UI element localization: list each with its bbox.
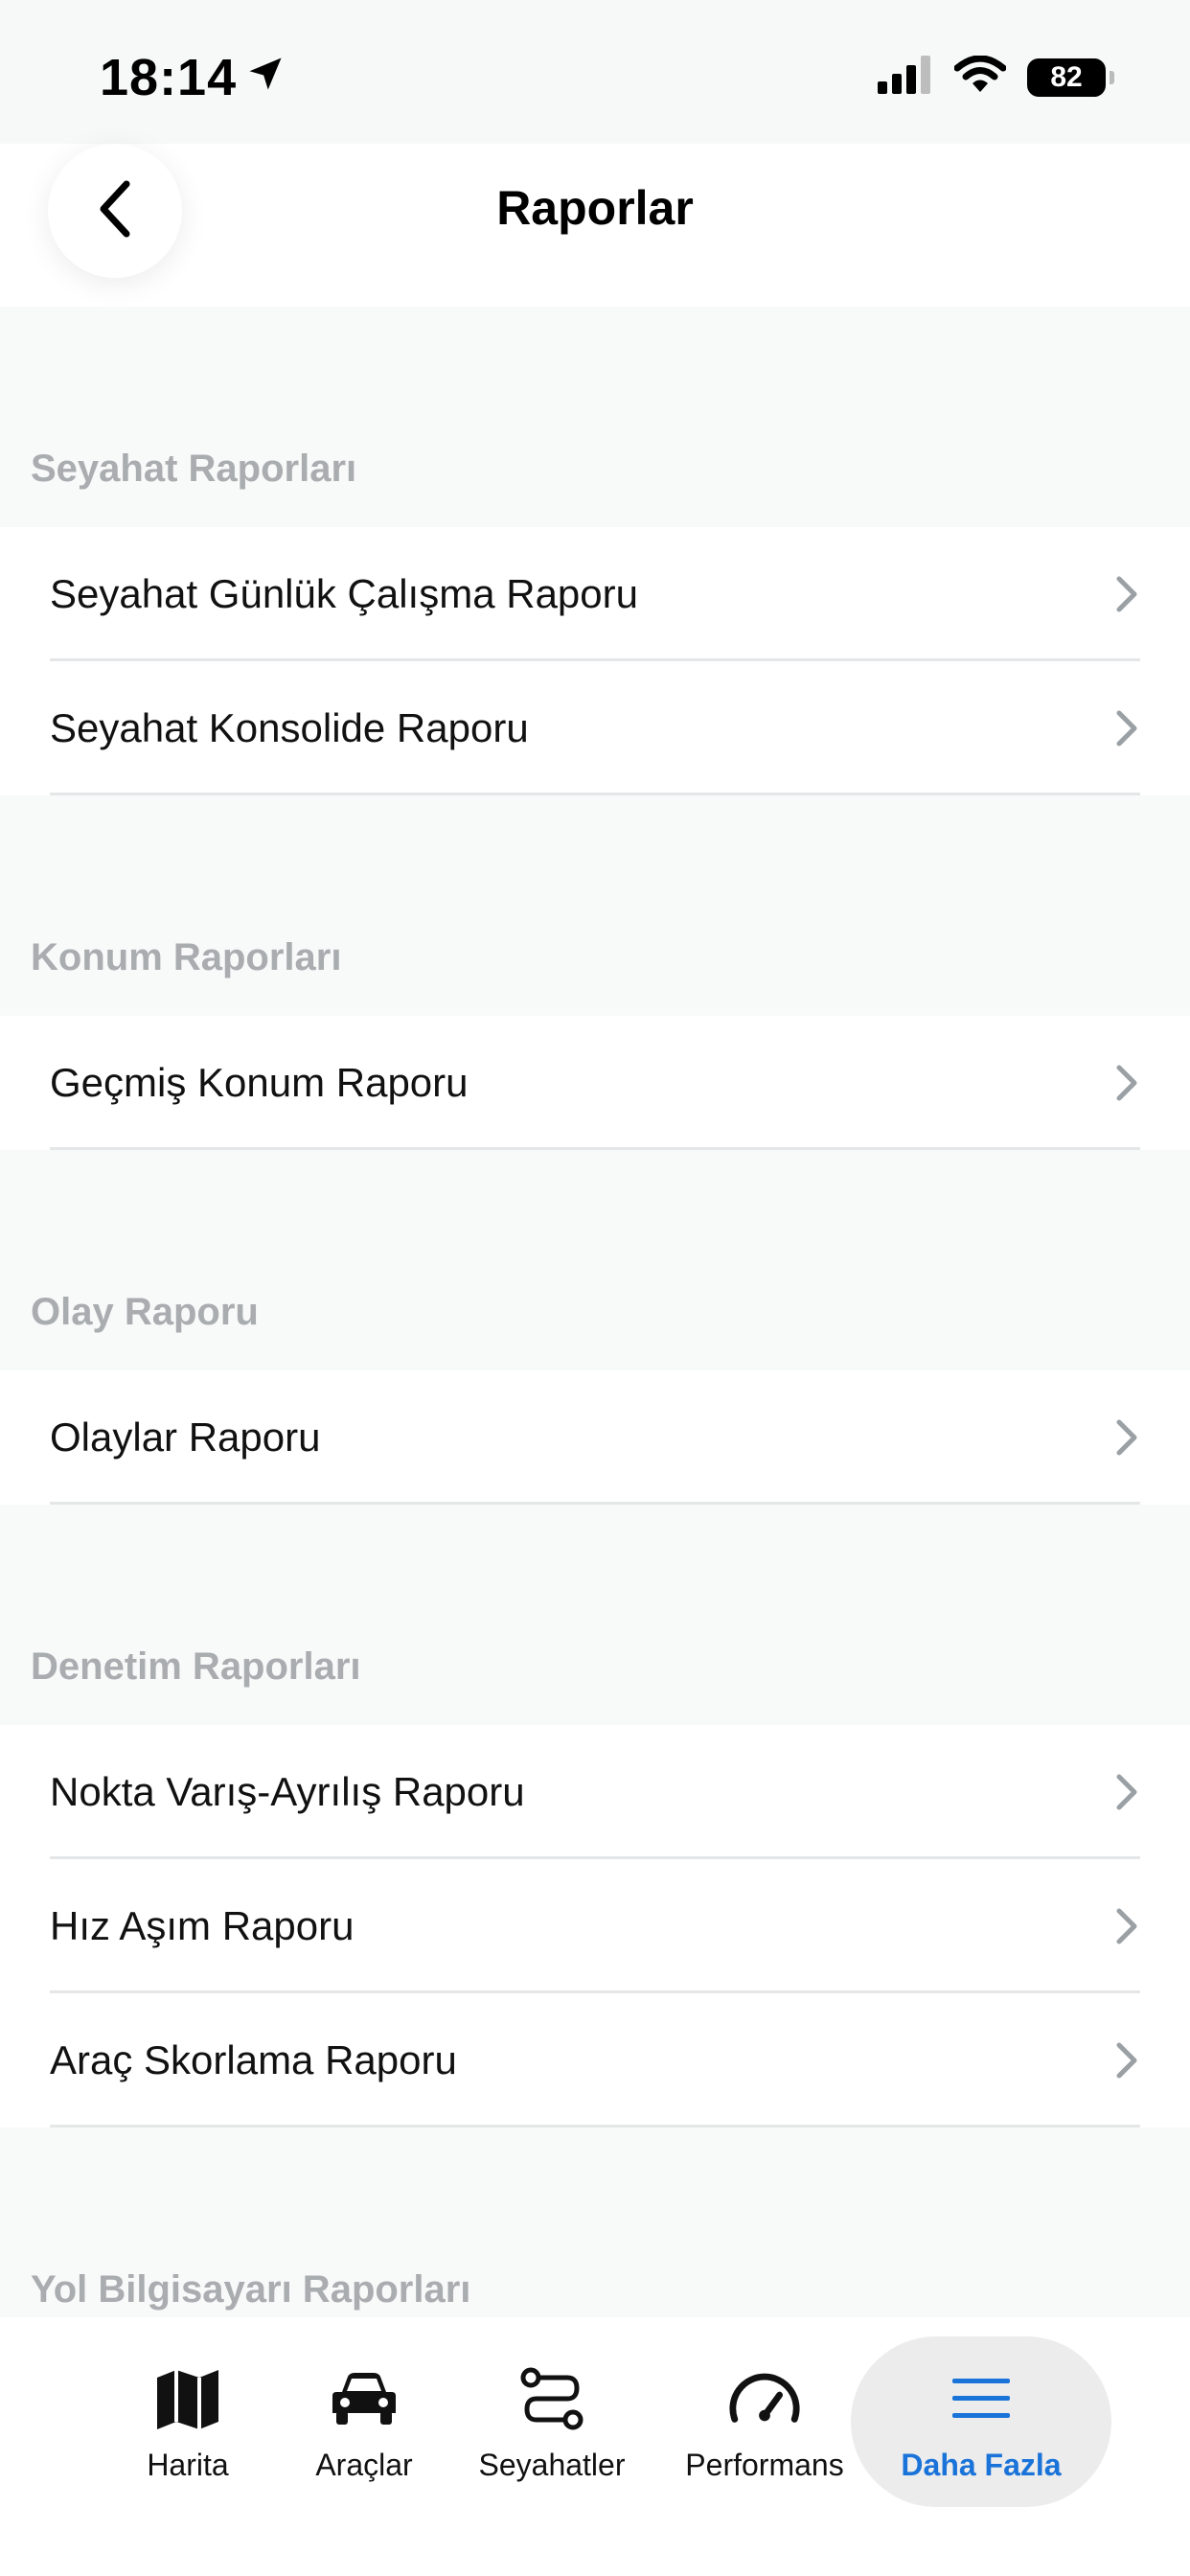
cellular-signal-icon [878,56,933,99]
reports-list: Seyahat Raporları Seyahat Günlük Çalışma… [0,307,1190,2348]
chevron-right-icon [1116,710,1137,747]
location-arrow-icon [244,48,286,107]
menu-icon [944,2361,1018,2436]
list-item-label: Olaylar Raporu [50,1414,321,1460]
section-title: Yol Bilgisayarı Raporları [31,2268,471,2311]
list-item[interactable]: Seyahat Günlük Çalışma Raporu [0,527,1190,661]
section-header: Seyahat Raporları [0,307,1190,527]
chevron-right-icon [1116,2042,1137,2079]
page-title: Raporlar [496,181,694,235]
section-header: Yol Bilgisayarı Raporları [0,2128,1190,2348]
list-item[interactable]: Hız Aşım Raporu [0,1859,1190,1993]
section-title: Olay Raporu [31,1291,259,1333]
tab-label: Araçlar [315,2447,413,2482]
tab-label: Seyahatler [478,2447,626,2482]
status-time: 18:14 [100,48,286,107]
route-icon [515,2361,589,2436]
tab-label: Harita [147,2447,229,2482]
chevron-right-icon [1116,1065,1137,1101]
list-item-label: Nokta Varış-Ayrılış Raporu [50,1769,525,1814]
list-item-label: Geçmiş Konum Raporu [50,1060,469,1105]
list-item-label: Araç Skorlama Raporu [50,2037,457,2082]
section-title: Seyahat Raporları [31,448,357,490]
map-icon [150,2361,225,2436]
tab-label: Performans [685,2447,844,2482]
list-item-label: Hız Aşım Raporu [50,1903,355,1948]
section-header: Konum Raporları [0,795,1190,1016]
tab-performans[interactable]: Performans [671,2336,858,2507]
battery-level: 82 [1050,60,1083,93]
section-header: Olay Raporu [0,1150,1190,1370]
list-item[interactable]: Seyahat Konsolide Raporu [0,661,1190,795]
list-item-label: Seyahat Konsolide Raporu [50,705,529,750]
section-list: Olaylar Raporu [0,1370,1190,1505]
list-item-label: Seyahat Günlük Çalışma Raporu [50,571,638,616]
section-list: Seyahat Günlük Çalışma Raporu Seyahat Ko… [0,527,1190,795]
car-icon [327,2361,401,2436]
tab-harita[interactable]: Harita [115,2336,261,2507]
time-text: 18:14 [100,49,238,106]
section-list: Nokta Varış-Ayrılış Raporu Hız Aşım Rapo… [0,1725,1190,2128]
tab-label: Daha Fazla [901,2447,1062,2482]
status-icons: 82 [878,55,1114,99]
wifi-icon [953,55,1007,99]
tab-bar: Harita Araçlar Seyahatler Performans Dah… [0,2317,1190,2576]
section-title: Konum Raporları [31,936,342,978]
speedometer-icon [727,2361,802,2436]
section-header: Denetim Raporları [0,1505,1190,1725]
list-item[interactable]: Geçmiş Konum Raporu [0,1016,1190,1150]
navigation-header: Raporlar [0,144,1190,307]
chevron-right-icon [1116,1908,1137,1944]
tab-daha-fazla[interactable]: Daha Fazla [851,2336,1111,2507]
chevron-right-icon [1116,1774,1137,1810]
list-item[interactable]: Araç Skorlama Raporu [0,1993,1190,2128]
tab-araclar[interactable]: Araçlar [287,2336,441,2507]
section-title: Denetim Raporları [31,1645,361,1688]
tab-seyahatler[interactable]: Seyahatler [462,2336,642,2507]
section-list: Geçmiş Konum Raporu [0,1016,1190,1150]
list-item[interactable]: Olaylar Raporu [0,1370,1190,1505]
chevron-right-icon [1116,1419,1137,1456]
status-bar: 18:14 82 [0,0,1190,144]
battery-icon: 82 [1027,58,1114,97]
chevron-right-icon [1116,576,1137,612]
list-item[interactable]: Nokta Varış-Ayrılış Raporu [0,1725,1190,1859]
